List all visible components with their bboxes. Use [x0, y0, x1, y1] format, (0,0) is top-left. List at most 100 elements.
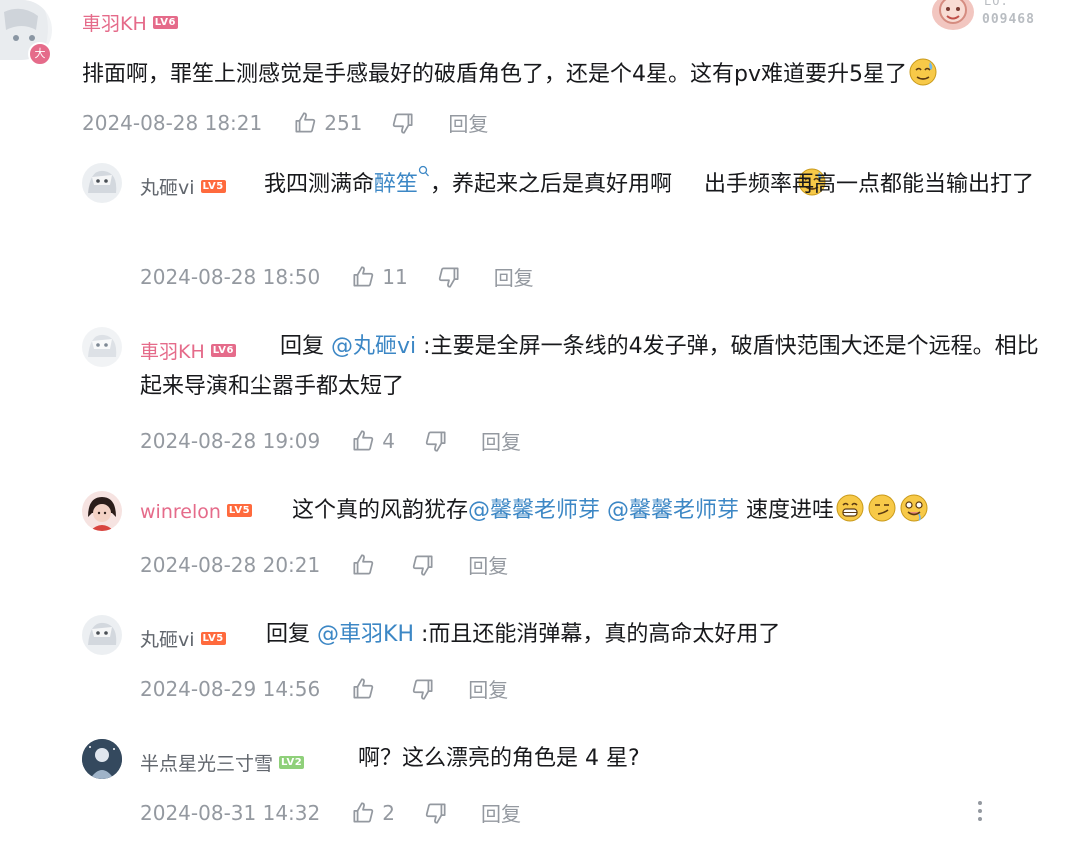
thumb-up-icon: [353, 677, 374, 699]
comment-meta: 2024-08-28 18:50 11 回复: [140, 262, 534, 291]
reply-button[interactable]: 回复: [481, 426, 521, 455]
thumb-up-icon: [353, 429, 374, 451]
avatar-badge: 大: [28, 42, 52, 66]
grin-emoji-icon: [835, 493, 865, 523]
like-count: 2: [382, 800, 395, 825]
like-button[interactable]: 2: [350, 800, 395, 826]
timestamp: 2024-08-31 14:32: [140, 800, 321, 825]
thumb-down-icon: [393, 112, 413, 134]
sweat-emoji-icon: [908, 57, 938, 87]
dislike-button[interactable]: [410, 552, 436, 578]
more-options-button[interactable]: [970, 798, 990, 824]
timestamp: 2024-08-28 18:21: [82, 110, 263, 135]
username-text[interactable]: winrelon: [140, 501, 221, 523]
thumb-up-icon: [353, 265, 374, 287]
like-button[interactable]: [350, 552, 382, 578]
level-badge: LV5: [200, 632, 226, 645]
mention-link[interactable]: @車羽KH: [317, 622, 414, 647]
thumb-down-icon: [438, 266, 459, 288]
reply-button[interactable]: 回复: [494, 262, 534, 291]
mention-link[interactable]: @馨馨老师芽: [607, 498, 739, 523]
timestamp: 2024-08-28 20:21: [140, 552, 321, 577]
thumb-down-icon: [425, 802, 446, 824]
more-vertical-icon: [978, 801, 982, 821]
comment-body: 排面啊，罪笙上测感觉是手感最好的破盾角色了，还是个4星。这有pv难道要升5星了: [82, 62, 907, 87]
search-link-text[interactable]: 醉笙: [374, 172, 418, 197]
username-text[interactable]: 丸砸vi: [140, 629, 195, 651]
comment-text: 回复 @丸砸vi :主要是全屏一条线的4发子弹，破盾快范围大还是个远程。相比起来…: [140, 327, 1052, 407]
comment-meta: 2024-08-31 14:32 2 回复: [140, 798, 521, 827]
timestamp: 2024-08-28 19:09: [140, 428, 321, 453]
like-button[interactable]: 251: [292, 110, 362, 136]
reply-button[interactable]: 回复: [448, 108, 488, 137]
drool-emoji-icon: [899, 493, 929, 523]
avatar[interactable]: [82, 327, 122, 367]
thumb-down-icon: [425, 430, 446, 452]
comment-body: 啊？这么漂亮的角色是 4 星?: [358, 746, 640, 771]
comment-text: 回复 @車羽KH :而且还能消弹幕，真的高命太好用了: [266, 615, 780, 655]
comment-body: 这个真的风韵犹存: [292, 498, 469, 523]
avatar[interactable]: [82, 739, 122, 779]
mention-link[interactable]: @馨馨老师芽: [468, 498, 600, 523]
comment-body: :而且还能消弹幕，真的高命太好用了: [421, 622, 781, 647]
reply-button[interactable]: 回复: [468, 550, 508, 579]
badge-avatar: [932, 0, 974, 30]
timestamp: 2024-08-29 14:56: [140, 676, 321, 701]
reply-button[interactable]: 回复: [468, 674, 508, 703]
comment-text: 啊？这么漂亮的角色是 4 星?: [358, 739, 640, 779]
comment-meta: 2024-08-29 14:56 回复: [140, 674, 508, 703]
avatar[interactable]: [82, 163, 122, 203]
reply-button[interactable]: 回复: [481, 798, 521, 827]
thumb-up-icon: [353, 553, 374, 575]
dislike-button[interactable]: [423, 800, 449, 826]
dislike-button[interactable]: [390, 110, 416, 136]
comment-body: 我四测满命: [264, 172, 375, 197]
level-badge: LV5: [226, 504, 253, 517]
badge-number: 009468: [982, 12, 1035, 27]
username-text[interactable]: 車羽KH: [82, 13, 147, 35]
search-icon: [418, 165, 430, 177]
comment-text: 排面啊，罪笙上测感觉是手感最好的破盾角色了，还是个4星。这有pv难道要升5星了: [82, 55, 1072, 95]
comment-body: :主要是全屏一条线的4发子弹，破盾快范围大还是个远程。相比起来导演和尘嚣手都太短…: [140, 334, 1039, 399]
dislike-button[interactable]: [423, 428, 449, 454]
mention-link[interactable]: @丸砸vi: [331, 334, 416, 359]
dislike-button[interactable]: [436, 264, 462, 290]
badge-label: LO.: [984, 0, 1009, 8]
username[interactable]: 車羽KH LV6: [82, 9, 178, 36]
like-count: 4: [382, 428, 395, 453]
thumb-up-icon: [295, 111, 316, 133]
avatar[interactable]: [82, 491, 122, 531]
avatar[interactable]: [82, 615, 122, 655]
thumb-up-icon: [353, 801, 374, 823]
thumb-down-icon: [413, 678, 433, 700]
comment-text: 我四测满命醉笙 ，养起来之后是真好用啊 出手频率再高一点都能当输出打了: [140, 165, 1052, 205]
reply-prefix: 回复: [266, 622, 311, 647]
reply-prefix: 回复: [280, 334, 325, 359]
comment-text: 这个真的风韵犹存@馨馨老师芽 @馨馨老师芽 速度进哇: [292, 491, 930, 531]
comment-body-cont: ，养起来之后是真好用啊: [430, 172, 673, 197]
username-text[interactable]: 半点星光三寸雪: [140, 753, 273, 775]
level-badge: LV2: [279, 756, 305, 769]
comment-meta: 2024-08-28 20:21 回复: [140, 550, 508, 579]
like-button[interactable]: 11: [350, 264, 408, 290]
comment-meta: 2024-08-28 18:21 251 回复: [82, 108, 488, 137]
search-link[interactable]: 醉笙: [374, 165, 430, 197]
dislike-button[interactable]: [410, 676, 436, 702]
like-button[interactable]: [350, 676, 382, 702]
timestamp: 2024-08-28 18:50: [140, 264, 321, 289]
comment-body-end: 出手频率再高一点都能当输出打了: [704, 172, 1035, 197]
like-count: 251: [324, 110, 363, 135]
level-badge: LV6: [152, 16, 178, 29]
avatar-badge-text: 大: [34, 47, 46, 60]
like-count: 11: [382, 264, 408, 289]
username[interactable]: 丸砸vi LV5: [140, 625, 226, 652]
top-right-fan-badge: LO. 009468: [930, 0, 1080, 34]
thumb-down-icon: [413, 554, 433, 576]
smirk-emoji-icon: [867, 493, 897, 523]
like-button[interactable]: 4: [350, 428, 395, 454]
sweat-emoji-icon: [673, 167, 826, 197]
comment-meta: 2024-08-28 19:09 4 回复: [140, 426, 521, 455]
comment-body-cont: 速度进哇: [746, 498, 835, 523]
username[interactable]: winrelon LV5: [140, 501, 253, 523]
username[interactable]: 半点星光三寸雪 LV2: [140, 749, 305, 776]
